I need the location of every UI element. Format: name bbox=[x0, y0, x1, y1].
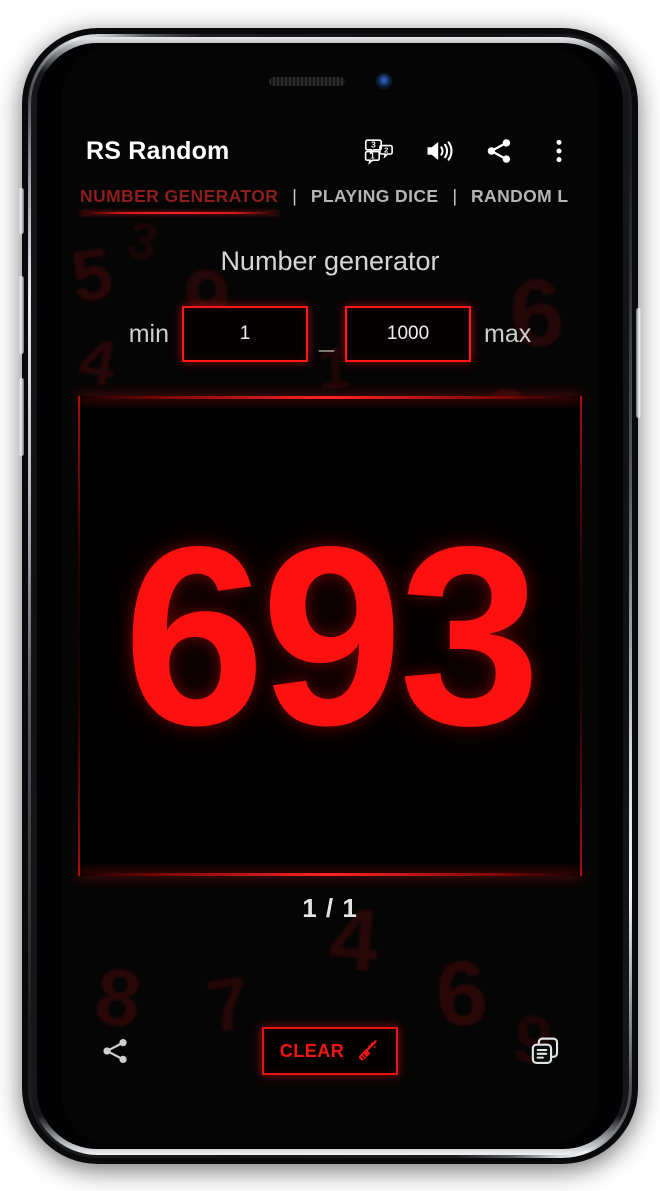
app-bar: RS Random 3 2 1 bbox=[62, 120, 598, 182]
ranking-podium-icon: 3 2 1 bbox=[364, 136, 394, 166]
min-input[interactable]: 1 bbox=[182, 306, 309, 362]
broom-icon bbox=[354, 1038, 380, 1064]
tab-separator-1: | bbox=[292, 186, 297, 206]
page-title: Number generator bbox=[220, 246, 440, 276]
volume-button[interactable] bbox=[422, 134, 456, 168]
tab-separator-2: | bbox=[452, 186, 458, 206]
max-input[interactable]: 1000 bbox=[345, 306, 472, 362]
tab-number-generator[interactable]: NUMBER GENERATOR bbox=[78, 186, 280, 214]
tab-random-list[interactable]: RANDOM L bbox=[469, 186, 571, 214]
result-counter: 1 / 1 bbox=[302, 893, 358, 923]
bottom-bar: CLEAR bbox=[62, 1016, 598, 1086]
phone-mockup: 594621874693 RS Random 3 bbox=[19, 28, 641, 1164]
min-input-value: 1 bbox=[239, 323, 251, 344]
app-bar-actions: 3 2 1 bbox=[362, 134, 580, 168]
volume-up-button[interactable] bbox=[19, 276, 24, 354]
copy-list-icon bbox=[527, 1033, 563, 1069]
clear-button[interactable]: CLEAR bbox=[262, 1027, 398, 1075]
clear-button-label: CLEAR bbox=[279, 1040, 345, 1061]
app-title: RS Random bbox=[86, 136, 230, 165]
svg-text:3: 3 bbox=[371, 140, 376, 150]
volume-icon bbox=[423, 136, 455, 166]
share-icon bbox=[484, 136, 514, 166]
generated-number: 693 bbox=[123, 493, 540, 779]
earpiece-speaker-grille bbox=[269, 76, 345, 86]
share-button[interactable] bbox=[482, 134, 516, 168]
max-input-value: 1000 bbox=[386, 323, 430, 344]
overflow-menu-button[interactable] bbox=[542, 134, 576, 168]
phone-sensor-row bbox=[62, 70, 598, 92]
share-result-button[interactable] bbox=[98, 1034, 132, 1068]
range-input-row: min 1 _ 1000 max bbox=[62, 306, 598, 362]
power-button[interactable] bbox=[636, 308, 641, 418]
range-separator: _ bbox=[319, 323, 335, 354]
volume-down-button[interactable] bbox=[19, 378, 24, 456]
tab-playing-dice[interactable]: PLAYING DICE bbox=[309, 186, 441, 214]
overflow-menu-icon bbox=[548, 136, 570, 166]
share-icon bbox=[98, 1034, 132, 1068]
front-camera bbox=[377, 74, 391, 88]
svg-text:1: 1 bbox=[370, 151, 375, 160]
tab-bar: NUMBER GENERATOR | PLAYING DICE | RANDOM… bbox=[62, 186, 598, 230]
min-label: min bbox=[128, 319, 170, 348]
phone-screen: 594621874693 RS Random 3 bbox=[62, 48, 598, 1144]
copy-list-button[interactable] bbox=[528, 1034, 562, 1068]
max-label: max bbox=[484, 319, 532, 348]
svg-text:2: 2 bbox=[384, 145, 388, 154]
ranking-podium-button[interactable]: 3 2 1 bbox=[362, 134, 396, 168]
silence-switch[interactable] bbox=[19, 188, 24, 234]
result-panel[interactable]: 693 bbox=[78, 396, 582, 876]
